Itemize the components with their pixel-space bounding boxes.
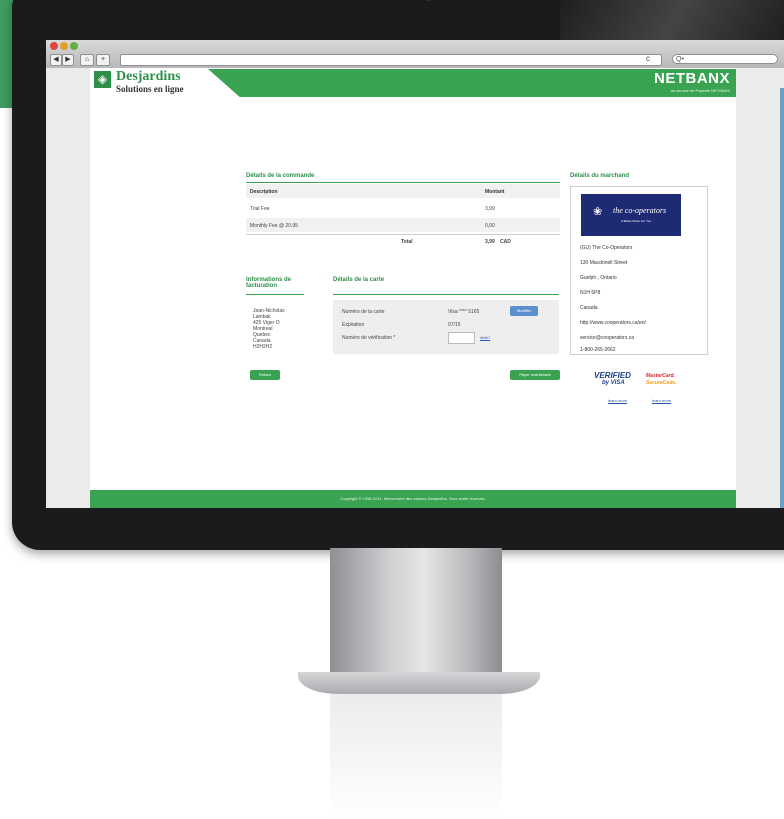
merchant-logo-text: the co-operators bbox=[613, 206, 667, 215]
card-number-value: Visa **** 5165 bbox=[448, 309, 480, 315]
order-row-amount: 0,00 bbox=[485, 223, 495, 229]
site-header: ◈ Desjardins Solutions en ligne NETBANX … bbox=[90, 68, 736, 98]
total-currency: CAD bbox=[500, 239, 511, 245]
camera-icon bbox=[427, 0, 431, 1]
total-value: 3,99 bbox=[485, 239, 495, 245]
order-details-title: Détails de la commande bbox=[246, 173, 315, 179]
page-margin-left bbox=[46, 68, 90, 508]
expiration-value: 07/15 bbox=[448, 322, 461, 328]
merchant-line: 130 Macdonell Street bbox=[580, 260, 628, 266]
merchant-line: N1H 6P8 bbox=[580, 290, 601, 296]
web-page: ◈ Desjardins Solutions en ligne NETBANX … bbox=[90, 68, 736, 508]
visa-learn-more-link[interactable]: learn more bbox=[608, 398, 627, 403]
stand-reflection bbox=[330, 694, 502, 819]
address-bar[interactable] bbox=[120, 54, 662, 66]
merchant-line: Guelph , Ontario bbox=[580, 275, 617, 281]
order-row-description: Trial Fee bbox=[250, 206, 270, 212]
close-window-icon[interactable] bbox=[50, 42, 58, 50]
expiration-label: Expiration bbox=[342, 322, 365, 328]
merchant-logo: ❀ the co-operators A Better Place For Yo… bbox=[581, 194, 681, 236]
home-icon[interactable]: ⌂ bbox=[80, 54, 94, 66]
site-footer: Copyright © 1998-2011. Mouvement des cai… bbox=[90, 490, 736, 508]
brand-name: Desjardins bbox=[116, 69, 181, 84]
netbanx-logo: NETBANX bbox=[653, 70, 730, 87]
merchant-phone: 1-800-265-2662 bbox=[580, 347, 616, 353]
divider bbox=[246, 294, 304, 295]
scrollbar[interactable] bbox=[780, 88, 784, 508]
cvv-help-link[interactable]: Aide? bbox=[480, 335, 490, 340]
zoom-window-icon[interactable] bbox=[70, 42, 78, 50]
column-header-amount: Montant bbox=[485, 189, 505, 195]
forward-arrow-icon[interactable]: ▶ bbox=[62, 54, 74, 66]
mastercard-learn-more-link[interactable]: learn more bbox=[652, 398, 671, 403]
merchant-logo-tagline: A Better Place For You bbox=[621, 219, 652, 223]
pay-now-button[interactable]: Payer maintenant bbox=[510, 370, 560, 380]
merchant-email-link[interactable]: service@cooperators.ca bbox=[580, 335, 634, 341]
photo-scene: ◀ ▶ ⌂ + c Q• ◈ Desjardins Solutions en l… bbox=[0, 0, 784, 819]
merchant-line: (GU) The Co-Operators bbox=[580, 245, 633, 251]
bezel-glare bbox=[560, 0, 784, 40]
verified-by-visa-sub: by VISA bbox=[602, 380, 625, 386]
cooperators-logo-icon: ❀ bbox=[593, 206, 603, 218]
brand-subtitle: Solutions en ligne bbox=[116, 84, 184, 94]
screen: ◀ ▶ ⌂ + c Q• ◈ Desjardins Solutions en l… bbox=[46, 40, 784, 508]
merchant-details-title: Détails du marchand bbox=[570, 173, 630, 179]
desjardins-logo-icon: ◈ bbox=[94, 71, 111, 88]
netbanx-tagline: au service de Paysafe NETBANX bbox=[670, 88, 730, 93]
browser-toolbar: ◀ ▶ ⌂ + c Q• bbox=[46, 40, 784, 68]
merchant-website-link[interactable]: http://www.cooperators.ca/en/ bbox=[580, 320, 646, 326]
minimize-window-icon[interactable] bbox=[60, 42, 68, 50]
divider bbox=[246, 234, 560, 235]
cvv-input[interactable] bbox=[448, 332, 475, 344]
merchant-card: ❀ the co-operators A Better Place For Yo… bbox=[570, 186, 708, 355]
order-row-amount: 3,99 bbox=[485, 206, 495, 212]
divider bbox=[246, 182, 560, 183]
billing-line: H2H2H2 bbox=[253, 344, 273, 350]
merchant-line: Canada bbox=[580, 305, 598, 311]
card-details-title: Détails de la carte bbox=[333, 277, 385, 283]
verified-by-visa-badge: VERIFIED bbox=[594, 371, 631, 380]
card-number-label: Numéro de la carte bbox=[342, 309, 385, 315]
mastercard-securecode-sub: SecureCode. bbox=[646, 380, 677, 386]
modify-card-button[interactable]: Modifier bbox=[510, 306, 538, 316]
column-header-description: Description bbox=[250, 189, 278, 195]
page-margin-right bbox=[736, 68, 784, 508]
divider bbox=[333, 294, 559, 295]
billing-title: Informations de facturation bbox=[246, 277, 292, 289]
mastercard-securecode-badge: MasterCard. bbox=[646, 373, 675, 379]
order-row-description: Monthly Fee @ 20.95 bbox=[250, 223, 298, 229]
back-arrow-icon[interactable]: ◀ bbox=[50, 54, 62, 66]
monitor-stand bbox=[330, 548, 502, 680]
back-button[interactable]: Retour bbox=[250, 370, 280, 380]
search-input[interactable]: Q• bbox=[672, 54, 778, 64]
reload-icon[interactable]: c bbox=[646, 54, 650, 63]
monitor-stand-base bbox=[298, 672, 540, 694]
total-label: Total bbox=[401, 239, 413, 245]
table-header-row bbox=[246, 184, 560, 198]
add-bookmark-icon[interactable]: + bbox=[96, 54, 110, 66]
cvv-label: Numéro de vérification * bbox=[342, 335, 396, 341]
